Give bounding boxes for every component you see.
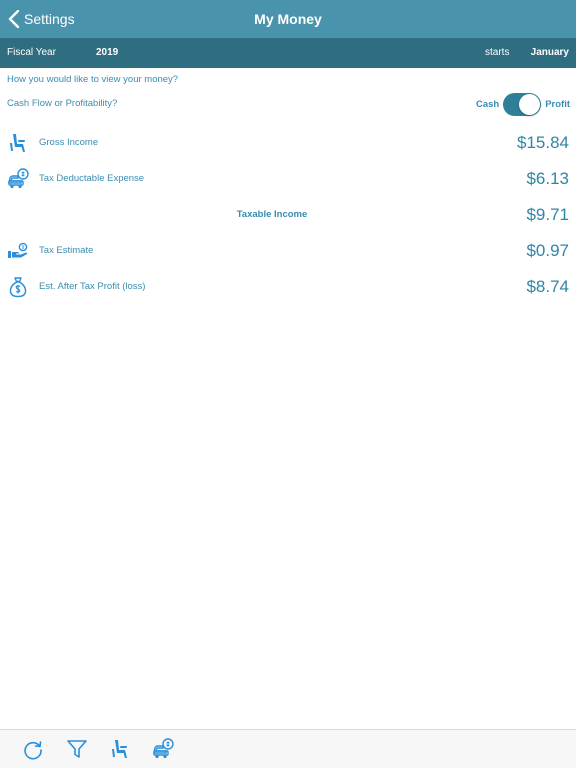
- cash-profit-switch[interactable]: [503, 92, 542, 116]
- toggle-profit-label: Profit: [545, 98, 570, 110]
- bottom-tab-bar: [0, 729, 576, 768]
- view-mode-question: Cash Flow or Profitability?: [7, 98, 118, 109]
- gross-income-value: $15.84: [517, 133, 569, 152]
- tax-deductible-expense-label: Tax Deductable Expense: [39, 173, 145, 184]
- tax-estimate-value: $0.97: [526, 241, 569, 260]
- chair-icon[interactable]: [109, 738, 131, 760]
- navigation-bar: Settings My Money: [0, 0, 576, 38]
- gross-income-row[interactable]: Gross Income $15.84: [0, 125, 576, 161]
- gross-income-label: Gross Income: [39, 137, 99, 148]
- view-prompt: How you would like to view your money?: [7, 74, 179, 85]
- filter-icon[interactable]: [66, 738, 88, 760]
- taxable-income-row: Taxable Income $9.71: [0, 197, 576, 233]
- view-mode-row: Cash Flow or Profitability? Cash Profit: [0, 92, 576, 116]
- money-bag-icon: [9, 277, 27, 298]
- fiscal-year-value[interactable]: 2019: [96, 38, 118, 68]
- tax-deductible-expense-row[interactable]: Tax Deductable Expense $6.13: [0, 161, 576, 197]
- fiscal-year-label: Fiscal Year: [7, 47, 56, 58]
- tax-estimate-row[interactable]: Tax Estimate $0.97: [0, 233, 576, 269]
- car-expense-icon: [8, 168, 29, 189]
- after-tax-profit-label: Est. After Tax Profit (loss): [39, 281, 146, 292]
- chevron-left-icon: [8, 10, 20, 28]
- after-tax-profit-value: $8.74: [526, 277, 569, 296]
- car-expense-icon[interactable]: [152, 738, 174, 760]
- chair-icon: [10, 134, 25, 152]
- cash-profit-toggle[interactable]: Cash Profit: [476, 92, 570, 116]
- taxable-income-label: Taxable Income: [236, 209, 308, 220]
- tax-deductible-expense-value: $6.13: [526, 169, 569, 188]
- after-tax-profit-row[interactable]: Est. After Tax Profit (loss) $8.74: [0, 269, 576, 305]
- back-button-label: Settings: [24, 11, 75, 27]
- switch-knob: [519, 93, 541, 115]
- refresh-icon[interactable]: [22, 738, 44, 760]
- toggle-cash-label: Cash: [475, 98, 500, 110]
- taxable-income-value: $9.71: [526, 205, 569, 224]
- hand-coins-icon: [8, 242, 28, 258]
- starts-label: starts: [485, 47, 510, 58]
- starts-month-value[interactable]: January: [531, 38, 569, 68]
- page-title: My Money: [254, 11, 322, 27]
- fiscal-year-bar[interactable]: Fiscal Year 2019 starts January: [0, 38, 576, 68]
- tax-estimate-label: Tax Estimate: [39, 245, 94, 256]
- back-button[interactable]: Settings: [8, 0, 75, 38]
